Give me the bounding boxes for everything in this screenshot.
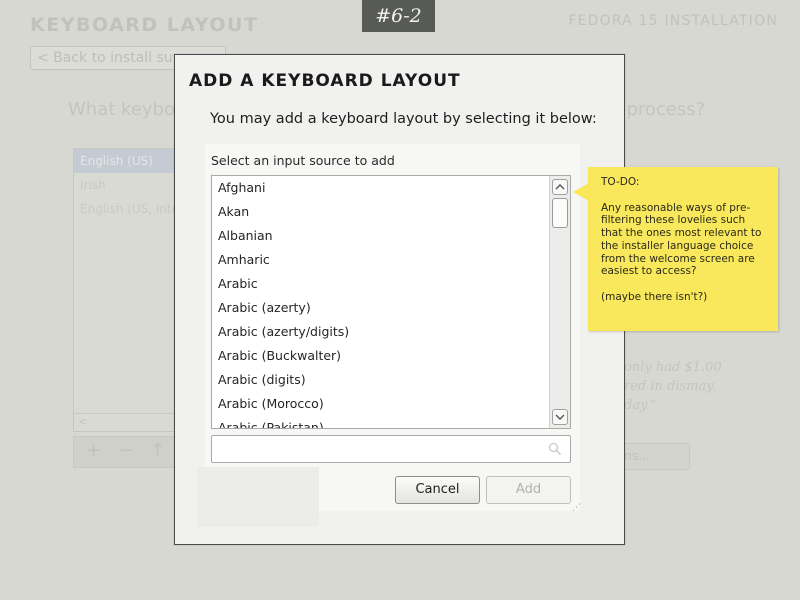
quote-line: day." [624,398,656,413]
sticky-note: TO-DO: Any reasonable ways of pre-filter… [588,167,778,331]
panel-shade [197,467,319,527]
list-item[interactable]: Arabic (Buckwalter) [212,344,570,368]
resize-grip-icon[interactable]: ⋰ [572,503,581,513]
list-item[interactable]: Arabic (Morocco) [212,392,570,416]
list-item[interactable]: Afghani [212,176,570,200]
question-start: What keybo [68,99,175,120]
layout-item[interactable]: Irish [74,173,182,197]
list-item[interactable]: Arabic (digits) [212,368,570,392]
list-item[interactable]: Arabic [212,272,570,296]
add-layout-button[interactable]: + [86,440,101,461]
scroll-left-icon[interactable]: < [78,415,87,428]
chevron-up-icon[interactable] [552,179,568,195]
remove-layout-button[interactable]: − [118,440,133,461]
layout-item[interactable]: English (US, inte [74,197,182,221]
list-item[interactable]: Arabic (Pakistan) [212,416,570,428]
list-item[interactable]: Akan [212,200,570,224]
dialog-title: ADD A KEYBOARD LAYOUT [189,71,461,91]
layout-item[interactable]: English (US) [74,149,182,173]
note-heading: TO-DO: [601,176,640,188]
note-aside: (maybe there isn't?) [601,290,708,303]
horizontal-scrollbar[interactable]: < [74,413,182,431]
list-item[interactable]: Arabic (azerty/digits) [212,320,570,344]
quote-line: only had $1.00 [624,360,722,375]
note-pointer [573,183,589,201]
input-source-list[interactable]: Afghani Akan Albanian Amharic Arabic Ara… [211,175,571,429]
search-input[interactable] [211,435,571,463]
move-up-button[interactable]: ↑ [150,440,165,461]
scrollbar-thumb[interactable] [552,198,568,228]
quote-text: only had $1.00 red in dismay. day." [624,358,744,415]
chevron-down-icon[interactable] [552,409,568,425]
search-icon [548,442,562,456]
cancel-button[interactable]: Cancel [395,476,480,504]
add-keyboard-layout-dialog: ADD A KEYBOARD LAYOUT You may add a keyb… [174,54,625,545]
list-item[interactable]: Amharic [212,248,570,272]
note-body: Any reasonable ways of pre-filtering the… [601,201,762,278]
list-caption: Select an input source to add [211,153,395,168]
question-end: process? [626,99,706,120]
list-item[interactable]: Albanian [212,224,570,248]
layout-toolbar: + − ↑ [73,436,183,468]
add-button[interactable]: Add [486,476,571,504]
layout-list[interactable]: English (US) Irish English (US, inte < [73,148,183,432]
vertical-scrollbar[interactable] [549,176,570,428]
product-name: FEDORA 15 INSTALLATION [568,13,778,29]
quote-line: red in dismay. [624,379,717,394]
screen-number-badge: #6-2 [362,0,435,32]
dialog-subtitle: You may add a keyboard layout by selecti… [210,111,597,127]
list-item[interactable]: Arabic (azerty) [212,296,570,320]
page-title: KEYBOARD LAYOUT [30,14,259,36]
